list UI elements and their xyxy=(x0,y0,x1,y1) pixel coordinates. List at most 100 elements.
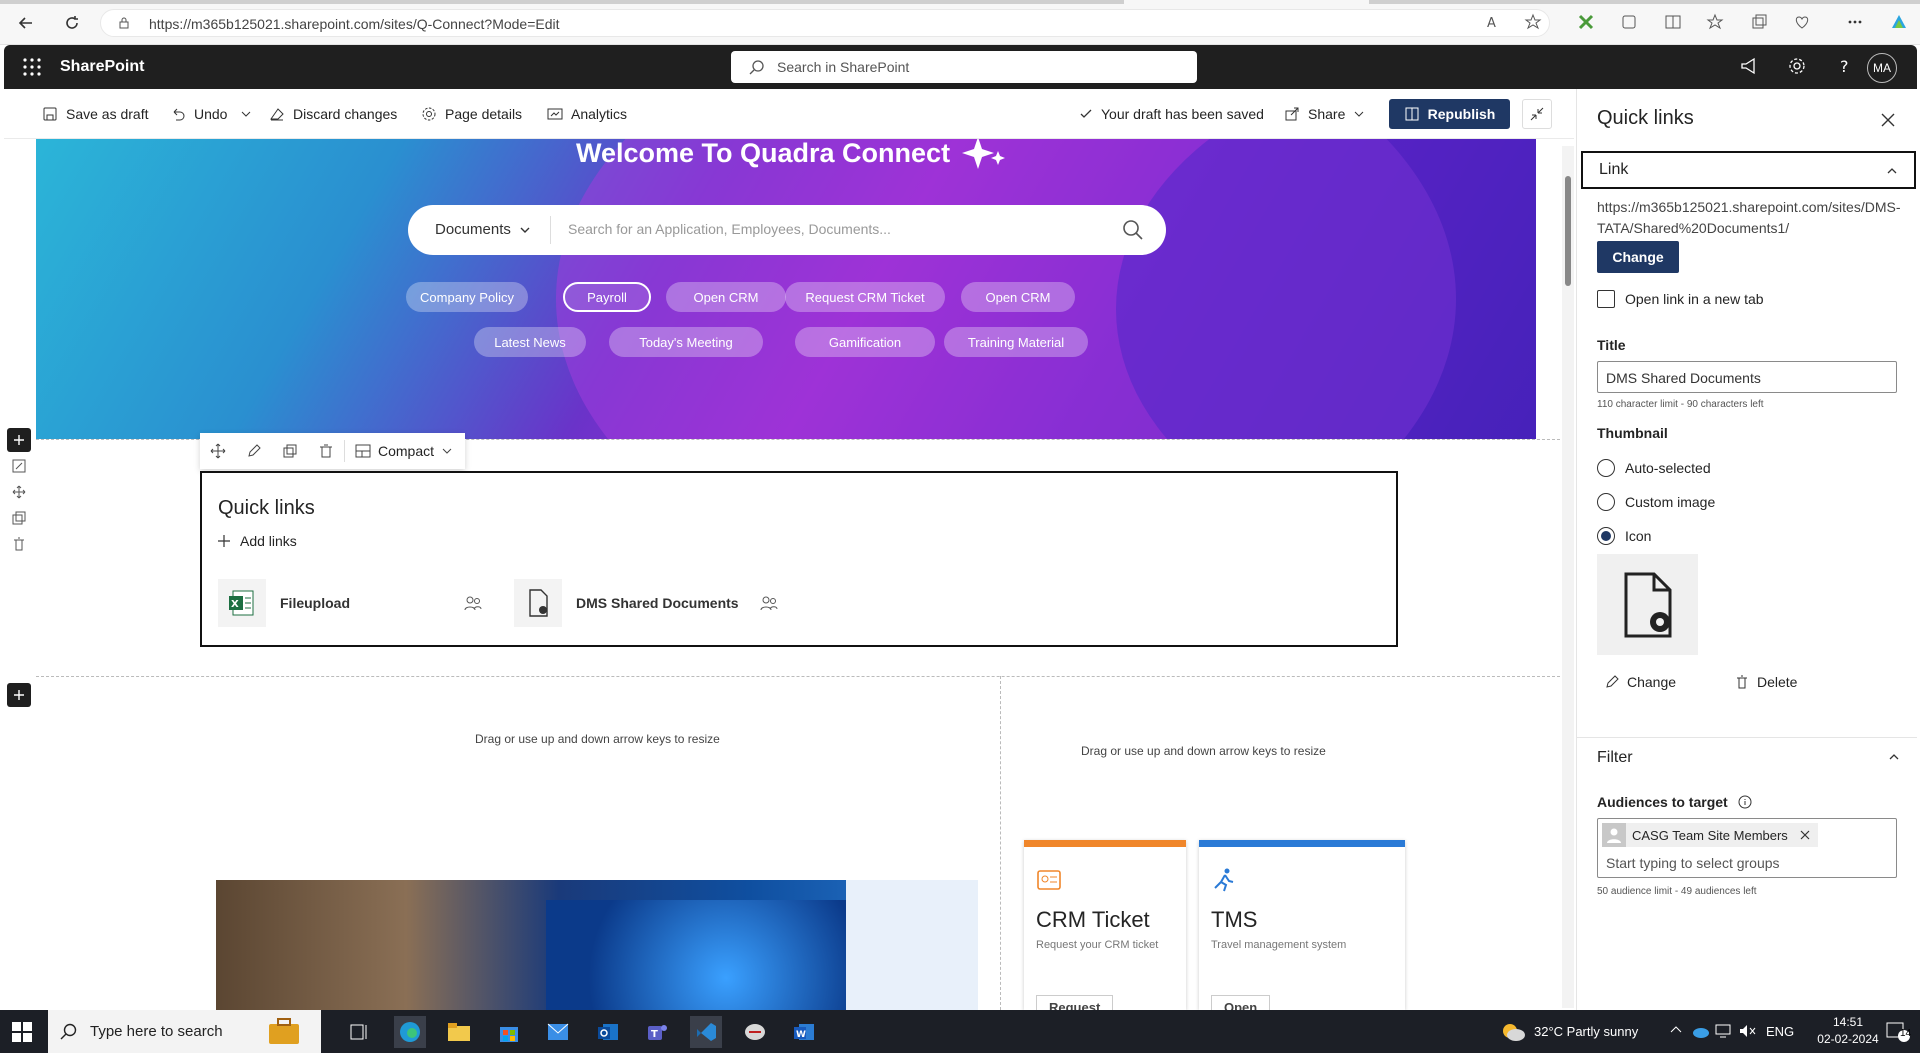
language-indicator[interactable]: ENG xyxy=(1766,1010,1794,1053)
taskbar-search-input[interactable]: Type here to search xyxy=(48,1010,321,1053)
more-icon[interactable] xyxy=(1846,13,1864,31)
extension-icon[interactable] xyxy=(1577,13,1595,31)
outlook-icon[interactable] xyxy=(592,1016,624,1048)
save-draft-button[interactable]: Save as draft xyxy=(42,89,149,139)
edit-section-icon[interactable] xyxy=(7,454,31,478)
duplicate-webpart-icon[interactable] xyxy=(272,433,308,469)
info-icon[interactable] xyxy=(1738,795,1752,809)
onedrive-icon[interactable] xyxy=(1692,1024,1710,1038)
title-input[interactable]: DMS Shared Documents xyxy=(1597,361,1897,393)
pill-link[interactable]: Open CRM xyxy=(961,282,1075,312)
browser-toolbar: https://m365b125021.sharepoint.com/sites… xyxy=(0,0,1920,45)
search-scope-dropdown[interactable]: Documents xyxy=(435,221,531,238)
browser-essentials-icon[interactable] xyxy=(1793,13,1811,31)
discard-changes-button[interactable]: Discard changes xyxy=(269,89,397,139)
quick-links-webpart[interactable]: Quick links Add links X Fileupload DMS S… xyxy=(200,471,1398,647)
change-link-button[interactable]: Change xyxy=(1597,241,1679,273)
pill-link[interactable]: Training Material xyxy=(944,327,1088,357)
pill-link[interactable]: Company Policy xyxy=(406,282,528,312)
hero-search-input[interactable]: Search for an Application, Employees, Do… xyxy=(568,221,891,237)
pill-link[interactable]: Payroll xyxy=(563,282,651,312)
audience-people-icon xyxy=(760,595,778,611)
volume-muted-icon[interactable] xyxy=(1738,1023,1756,1039)
add-section-plus-icon[interactable] xyxy=(7,683,31,707)
edge-browser-icon[interactable] xyxy=(394,1016,426,1048)
pill-link[interactable]: Latest News xyxy=(474,327,586,357)
pill-link[interactable]: Request CRM Ticket xyxy=(785,282,945,312)
thumbnail-auto-radio[interactable]: Auto-selected xyxy=(1597,459,1711,477)
edit-webpart-pencil-icon[interactable] xyxy=(236,433,272,469)
read-aloud-icon[interactable]: A xyxy=(1486,13,1504,31)
site-info-icon[interactable] xyxy=(117,16,131,30)
add-links-button[interactable]: Add links xyxy=(218,533,297,549)
clock[interactable]: 14:51 02-02-2024 xyxy=(1812,1015,1884,1046)
search-icon[interactable] xyxy=(1122,219,1144,241)
thumbnail-custom-radio[interactable]: Custom image xyxy=(1597,493,1715,511)
delete-webpart-icon[interactable] xyxy=(308,433,344,469)
refresh-icon[interactable] xyxy=(62,13,82,33)
teams-icon[interactable]: T xyxy=(641,1016,673,1048)
close-icon[interactable] xyxy=(1881,113,1895,127)
vscode-icon[interactable] xyxy=(690,1016,722,1048)
sharepoint-search-input[interactable]: Search in SharePoint xyxy=(731,51,1197,83)
undo-dropdown-chevron-icon[interactable] xyxy=(240,108,252,120)
settings-gear-icon[interactable] xyxy=(1787,56,1807,76)
app-icon[interactable] xyxy=(739,1016,771,1048)
thumbnail-icon-radio[interactable]: Icon xyxy=(1597,527,1651,545)
feedback-icon[interactable] xyxy=(1739,56,1759,76)
delete-icon-button[interactable]: Delete xyxy=(1735,674,1797,690)
favorites-icon[interactable] xyxy=(1706,13,1724,31)
page-scrollbar[interactable] xyxy=(1562,146,1574,1008)
pill-link[interactable]: Today's Meeting xyxy=(609,327,763,357)
radio-label: Icon xyxy=(1625,528,1652,544)
network-icon[interactable] xyxy=(1714,1023,1732,1039)
copilot-icon[interactable] xyxy=(1888,11,1910,33)
open-new-tab-checkbox[interactable]: Open link in a new tab xyxy=(1597,290,1764,308)
pill-link[interactable]: Open CRM xyxy=(666,282,786,312)
store-icon[interactable] xyxy=(493,1016,525,1048)
link-url: https://m365b125021.sharepoint.com/sites… xyxy=(1597,199,1901,236)
show-hidden-icons-chevron-icon[interactable] xyxy=(1670,1024,1682,1036)
audience-search-input[interactable]: Start typing to select groups xyxy=(1606,855,1780,871)
address-bar[interactable]: https://m365b125021.sharepoint.com/sites… xyxy=(100,9,1550,37)
analytics-button[interactable]: Analytics xyxy=(547,89,627,139)
weather-widget[interactable]: 32°C Partly sunny xyxy=(1500,1010,1638,1053)
move-section-icon[interactable] xyxy=(7,480,31,504)
favorite-star-icon[interactable] xyxy=(1524,13,1542,31)
remove-tag-icon[interactable] xyxy=(1800,830,1810,840)
filter-section-header[interactable]: Filter xyxy=(1581,739,1916,777)
word-icon[interactable]: W xyxy=(788,1016,820,1048)
open-button[interactable]: Open xyxy=(1211,995,1271,1010)
app-title[interactable]: SharePoint xyxy=(60,58,144,76)
request-button[interactable]: Request xyxy=(1036,995,1114,1010)
windows-start-icon[interactable] xyxy=(12,1022,32,1042)
page-details-button[interactable]: Page details xyxy=(421,89,522,139)
undo-button[interactable]: Undo xyxy=(170,89,227,139)
quick-link-item[interactable]: DMS Shared Documents xyxy=(514,579,778,627)
back-icon[interactable] xyxy=(16,13,36,33)
file-explorer-icon[interactable] xyxy=(443,1016,475,1048)
duplicate-section-icon[interactable] xyxy=(7,506,31,530)
add-section-plus-icon[interactable] xyxy=(7,428,31,452)
quick-link-item[interactable]: X Fileupload xyxy=(218,579,482,627)
audience-picker[interactable]: CASG Team Site Members Start typing to s… xyxy=(1597,818,1897,878)
user-avatar[interactable]: MA xyxy=(1867,53,1897,83)
mail-icon[interactable] xyxy=(542,1016,574,1048)
delete-section-icon[interactable] xyxy=(7,532,31,556)
republish-button[interactable]: Republish xyxy=(1389,99,1510,129)
collapse-panel-icon[interactable] xyxy=(1522,99,1552,129)
quick-link-label: Fileupload xyxy=(280,595,350,611)
split-screen-icon[interactable] xyxy=(1664,13,1682,31)
app-launcher-icon[interactable] xyxy=(22,57,42,77)
move-webpart-icon[interactable] xyxy=(200,433,236,469)
puzzle-icon[interactable] xyxy=(1620,13,1638,31)
task-view-icon[interactable] xyxy=(343,1016,375,1048)
scrollbar-thumb[interactable] xyxy=(1565,176,1571,286)
pill-link[interactable]: Gamification xyxy=(795,327,935,357)
collections-icon[interactable] xyxy=(1750,13,1768,31)
help-icon[interactable]: ? xyxy=(1835,56,1855,76)
share-button[interactable]: Share xyxy=(1284,89,1365,139)
link-section-header[interactable]: Link xyxy=(1581,151,1916,189)
change-icon-button[interactable]: Change xyxy=(1605,674,1676,690)
layout-dropdown[interactable]: Compact xyxy=(345,443,453,459)
